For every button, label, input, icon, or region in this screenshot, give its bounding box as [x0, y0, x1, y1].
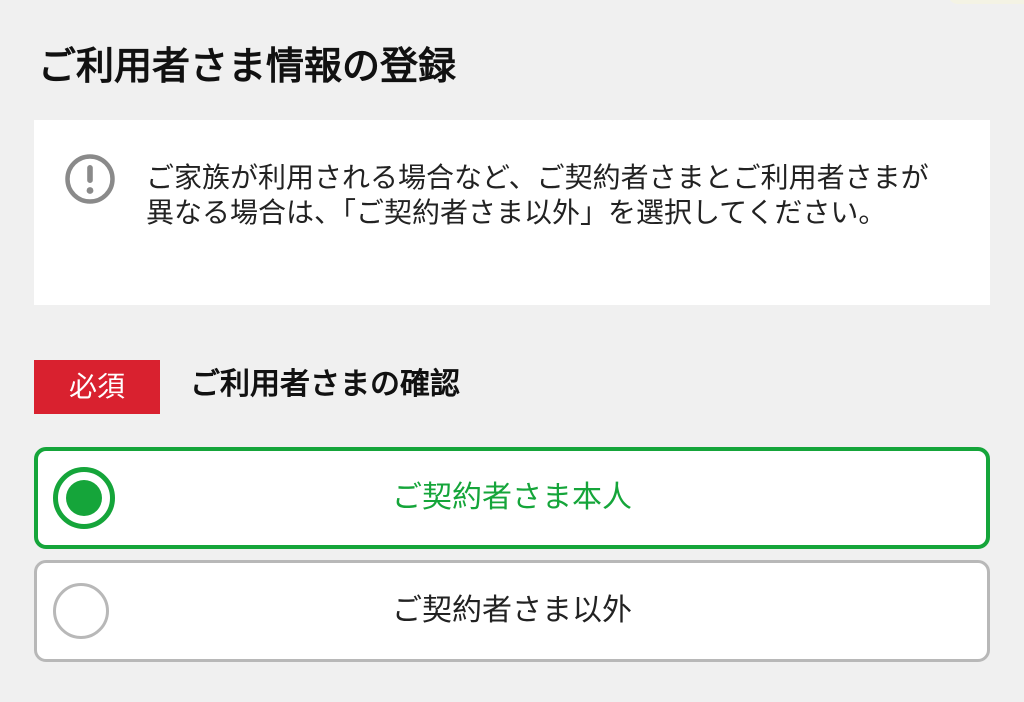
required-badge: 必須 [34, 360, 160, 414]
page-title: ご利用者さま情報の登録 [38, 44, 457, 88]
notice-text: ご家族が利用される場合など、ご契約者さまとご利用者さまが異なる場合は、「ご契約者… [146, 161, 929, 229]
corner-accent [948, 0, 1024, 4]
exclamation-circle-icon [64, 153, 116, 205]
option-label: ご契約者さま本人 [392, 480, 632, 515]
section-label: ご利用者さまの確認 [190, 367, 460, 402]
option-contractor-self[interactable]: ご契約者さま本人 [34, 447, 990, 549]
option-other-than-contractor[interactable]: ご契約者さま以外 [34, 560, 990, 662]
option-label: ご契約者さま以外 [392, 593, 632, 628]
